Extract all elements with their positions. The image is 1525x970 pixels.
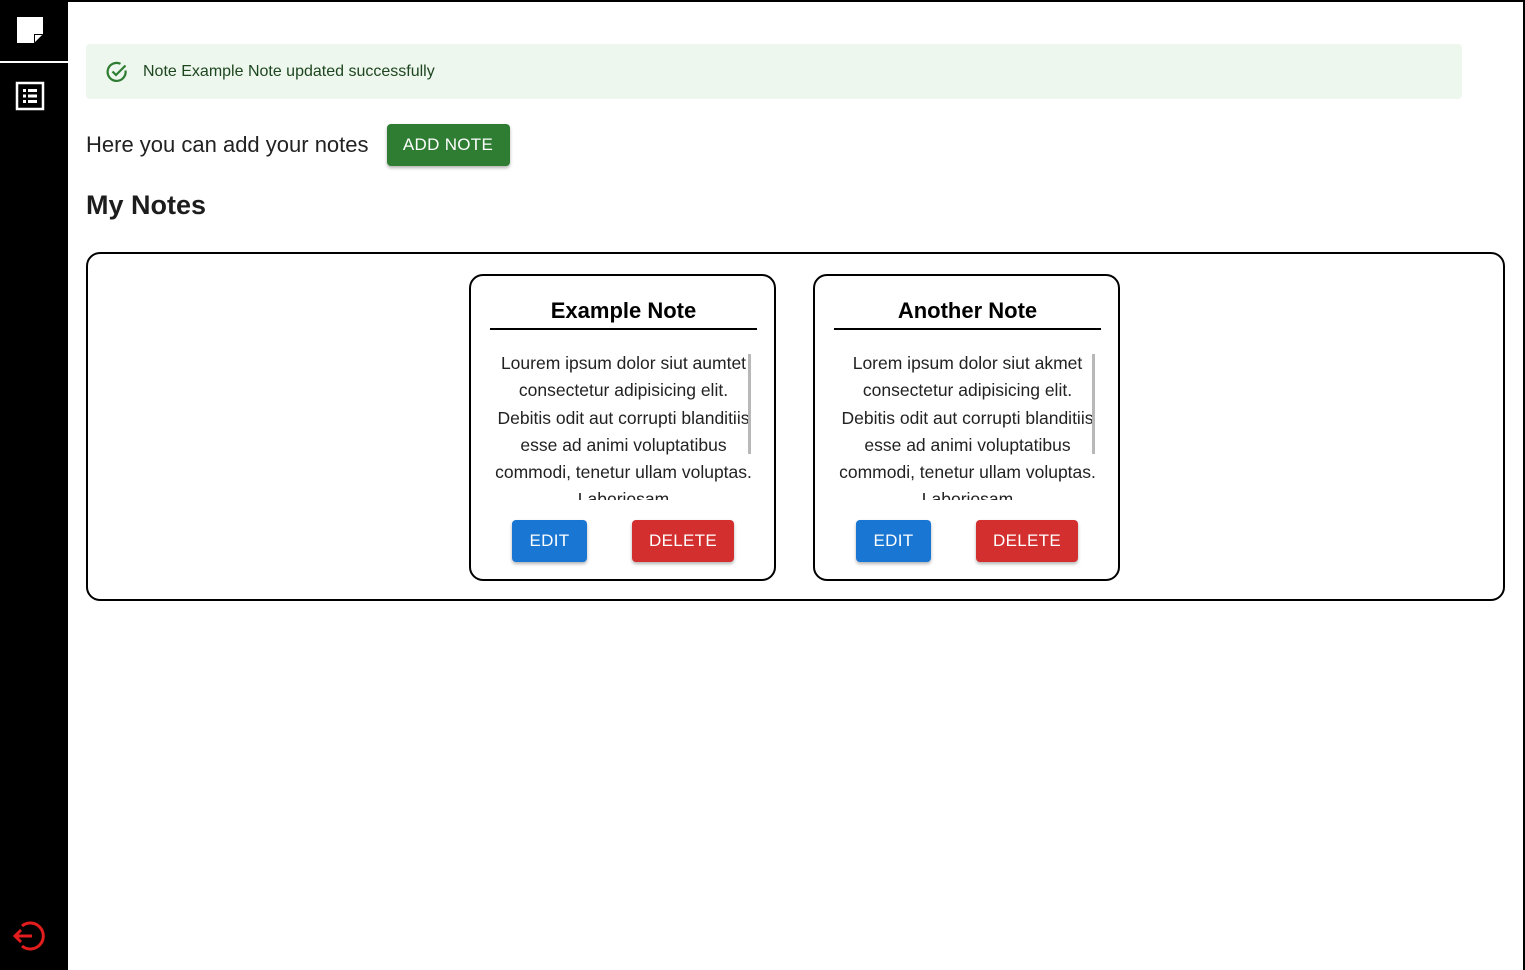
- edit-button[interactable]: EDIT: [512, 520, 587, 562]
- sidebar-item-notes[interactable]: [0, 2, 60, 62]
- note-scrollbar[interactable]: [1092, 354, 1095, 454]
- note-title: Example Note: [490, 298, 757, 330]
- note-body[interactable]: Lorem ipsum dolor siut akmet consectetur…: [834, 350, 1101, 500]
- add-note-button[interactable]: ADD NOTE: [386, 124, 510, 166]
- edit-button[interactable]: EDIT: [856, 520, 931, 562]
- sticky-note-icon: [15, 15, 45, 50]
- success-alert: Note Example Note updated successfully: [86, 44, 1462, 99]
- note-body[interactable]: Lourem ipsum dolor siut aumtet consectet…: [490, 350, 757, 500]
- notes-container: Example Note Lourem ipsum dolor siut aum…: [86, 252, 1505, 601]
- logout-button[interactable]: [0, 908, 60, 968]
- list-icon: [15, 81, 45, 116]
- note-card: Example Note Lourem ipsum dolor siut aum…: [469, 274, 776, 581]
- note-scrollbar[interactable]: [748, 354, 751, 454]
- intro-text: Here you can add your notes: [86, 132, 369, 157]
- sidebar-divider: [0, 61, 68, 63]
- check-circle-icon: [106, 61, 128, 83]
- sidebar: [0, 0, 68, 970]
- note-card: Another Note Lorem ipsum dolor siut akme…: [813, 274, 1120, 581]
- page-title: My Notes: [86, 190, 207, 220]
- sidebar-item-note-list[interactable]: [0, 68, 60, 128]
- logout-icon: [12, 918, 48, 959]
- delete-button[interactable]: DELETE: [632, 520, 734, 562]
- alert-message: Note Example Note updated successfully: [143, 62, 435, 80]
- note-title: Another Note: [834, 298, 1101, 330]
- delete-button[interactable]: DELETE: [976, 520, 1078, 562]
- intro-row: Here you can add your notes ADD NOTE: [86, 124, 510, 166]
